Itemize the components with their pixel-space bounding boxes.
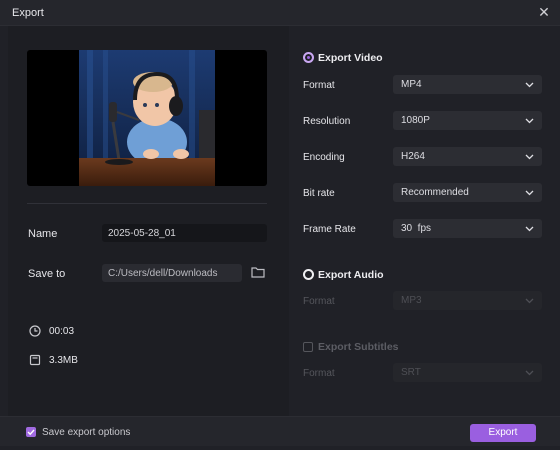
format-value: MP4 (401, 79, 422, 90)
bitrate-value: Recommended (401, 187, 469, 198)
subtitle-format-select[interactable]: SRT (393, 363, 542, 382)
video-preview (27, 50, 267, 186)
file-size-value: 3.3MB (49, 355, 78, 366)
resolution-select[interactable]: 1080P (393, 111, 542, 130)
export-video-label[interactable]: Export Video (318, 52, 383, 64)
bitrate-label: Bit rate (303, 188, 335, 199)
format-label: Format (303, 80, 335, 91)
duration-value: 00:03 (49, 326, 75, 337)
chevron-down-icon (525, 82, 534, 88)
export-subtitles-label[interactable]: Export Subtitles (318, 341, 399, 353)
framerate-value: 30 fps (401, 223, 432, 234)
audio-format-value: MP3 (401, 295, 422, 306)
folder-icon[interactable] (251, 265, 265, 279)
export-video-radio[interactable] (303, 52, 314, 63)
chevron-down-icon (525, 226, 534, 232)
name-input[interactable]: 2025-05-28_01 (102, 224, 267, 242)
checkmark-icon (27, 429, 35, 436)
chevron-down-icon (525, 118, 534, 124)
save-options-checkbox[interactable] (26, 427, 36, 437)
export-subtitles-checkbox[interactable] (303, 342, 313, 352)
clock-icon (29, 325, 41, 337)
save-path-input[interactable]: C:/Users/dell/Downloads (102, 264, 242, 282)
name-label: Name (28, 228, 58, 240)
encoding-value: H264 (401, 151, 425, 162)
chevron-down-icon (525, 370, 534, 376)
encoding-select[interactable]: H264 (393, 147, 542, 166)
framerate-label: Frame Rate (303, 224, 356, 235)
subtitle-format-label: Format (303, 368, 335, 379)
export-audio-label[interactable]: Export Audio (318, 269, 384, 281)
preview-thumbnail (79, 50, 215, 186)
save-to-label: Save to (28, 268, 66, 280)
chevron-down-icon (525, 154, 534, 160)
format-select[interactable]: MP4 (393, 75, 542, 94)
resolution-label: Resolution (303, 116, 351, 127)
file-size-icon (29, 354, 41, 366)
export-audio-radio[interactable] (303, 269, 314, 280)
encoding-label: Encoding (303, 152, 345, 163)
audio-format-label: Format (303, 296, 335, 307)
bitrate-select[interactable]: Recommended (393, 183, 542, 202)
export-dialog: Export ✕ Name 2025-05-28_01 Save to C:/U… (0, 0, 560, 450)
save-options-label[interactable]: Save export options (42, 427, 130, 438)
framerate-select[interactable]: 30 fps (393, 219, 542, 238)
dialog-title: Export (12, 7, 44, 19)
audio-format-select[interactable]: MP3 (393, 291, 542, 310)
resolution-value: 1080P (401, 115, 430, 126)
chevron-down-icon (525, 190, 534, 196)
subtitle-format-value: SRT (401, 367, 421, 378)
chevron-down-icon (525, 298, 534, 304)
divider (27, 203, 267, 204)
close-icon[interactable]: ✕ (536, 4, 552, 20)
title-bar: Export ✕ (0, 0, 560, 26)
export-button[interactable]: Export (470, 424, 536, 442)
